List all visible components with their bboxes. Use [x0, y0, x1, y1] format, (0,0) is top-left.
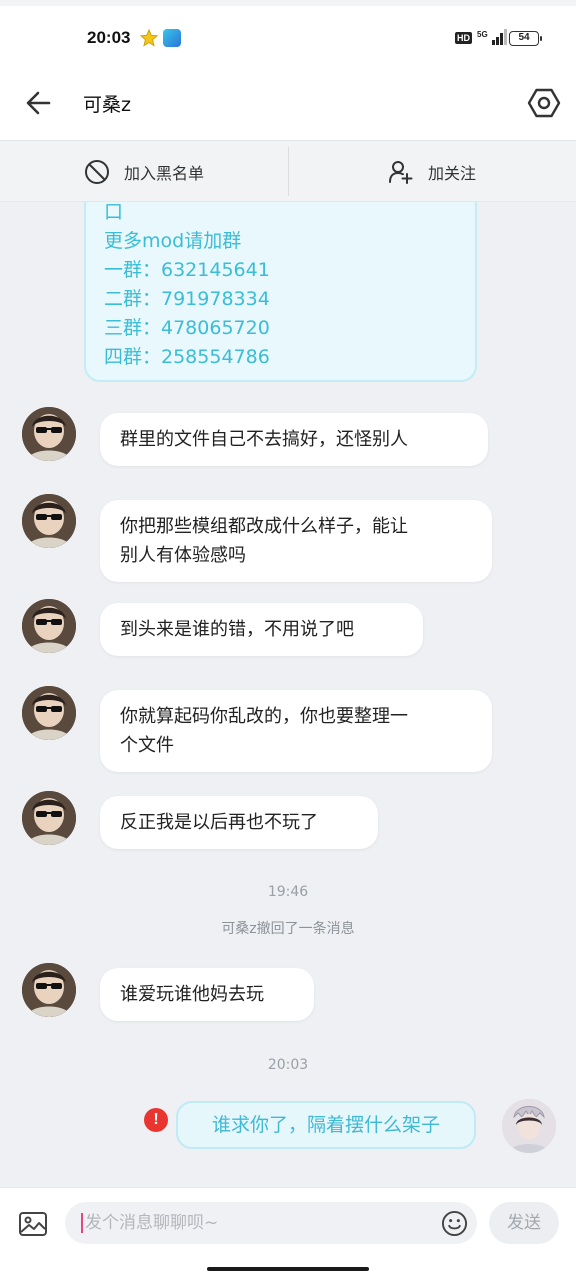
input-bar: 发送: [0, 1187, 576, 1280]
user-avatar-image: [22, 407, 76, 461]
notice-line: 更多mod请加群: [104, 230, 242, 252]
hd-badge: HD: [455, 32, 472, 44]
chat-header: 可桑z: [0, 66, 576, 141]
message-text: 个文件: [120, 735, 174, 756]
message-text: 群里的文件自己不去搞好，还怪别人: [120, 429, 408, 450]
notice-line: 一群：632145641: [104, 259, 270, 281]
image-icon[interactable]: [17, 1208, 49, 1240]
app-notification-icon: [163, 29, 181, 47]
battery-indicator: 54: [509, 31, 542, 46]
message-text: 别人有体验感吗: [120, 545, 246, 566]
add-user-icon: [388, 160, 413, 184]
top-strip: [0, 0, 576, 6]
ban-icon: [84, 159, 109, 184]
user-avatar-image: [22, 686, 76, 740]
status-time: 20:03: [87, 28, 131, 47]
message-text: 谁爱玩谁他妈去玩: [120, 984, 264, 1005]
page-title: 可桑z: [83, 94, 131, 116]
user-avatar-image: [22, 791, 76, 845]
avatar[interactable]: [22, 599, 76, 653]
text-caret: [81, 1213, 83, 1233]
avatar[interactable]: [22, 407, 76, 461]
star-icon: [140, 29, 158, 47]
notice-line: 四群：258554786: [104, 346, 270, 368]
my-avatar[interactable]: [502, 1099, 556, 1153]
message-text: 到头来是谁的错，不用说了吧: [120, 619, 354, 640]
message-text: 你就算起码你乱改的，你也要整理一: [120, 706, 408, 727]
message-bubble[interactable]: 群里的文件自己不去搞好，还怪别人: [100, 413, 488, 466]
avatar[interactable]: [22, 494, 76, 548]
message-text: 反正我是以后再也不玩了: [120, 812, 318, 833]
hexagon-gear-icon[interactable]: [526, 85, 562, 121]
action-bar: 加入黑名单 加关注: [0, 141, 576, 202]
message-bubble[interactable]: 你就算起码你乱改的，你也要整理一 个文件: [100, 690, 492, 772]
message-text: 你把那些模组都改成什么样子，能让: [120, 516, 408, 537]
message-input-box[interactable]: [65, 1202, 477, 1244]
avatar[interactable]: [22, 686, 76, 740]
send-button[interactable]: 发送: [489, 1202, 559, 1244]
user-avatar-image: [22, 599, 76, 653]
send-failed-icon[interactable]: !: [144, 1108, 168, 1132]
user-avatar-image: [22, 494, 76, 548]
arrow-left-icon[interactable]: [22, 86, 56, 120]
message-input[interactable]: [85, 1202, 425, 1244]
timestamp: 19:46: [267, 884, 309, 900]
message-bubble[interactable]: 谁爱玩谁他妈去玩: [100, 968, 314, 1021]
message-bubble[interactable]: 到头来是谁的错，不用说了吧: [100, 603, 423, 656]
my-avatar-image: [502, 1099, 556, 1153]
blacklist-label: 加入黑名单: [123, 163, 204, 183]
timestamp: 20:03: [267, 1057, 309, 1073]
group-notice-bubble[interactable]: 口 更多mod请加群 一群：632145641 二群：791978334 三群：…: [84, 202, 477, 382]
smiley-icon[interactable]: [441, 1210, 468, 1237]
my-message-bubble[interactable]: 谁求你了，隔着摆什么架子: [176, 1101, 476, 1149]
avatar[interactable]: [22, 963, 76, 1017]
svg-text:5G: 5G: [477, 30, 488, 39]
follow-label: 加关注: [427, 163, 476, 183]
message-bubble[interactable]: 你把那些模组都改成什么样子，能让 别人有体验感吗: [100, 500, 492, 582]
recall-notice: 可桑z撤回了一条消息: [221, 921, 355, 937]
signal-5g-icon: 5G: [477, 29, 507, 45]
blacklist-button[interactable]: 加入黑名单: [0, 141, 288, 202]
user-avatar-image: [22, 963, 76, 1017]
notice-line: 三群：478065720: [104, 317, 270, 339]
avatar[interactable]: [22, 791, 76, 845]
home-indicator[interactable]: [207, 1267, 369, 1271]
notice-line: 口: [104, 202, 124, 223]
chat-area[interactable]: 口 更多mod请加群 一群：632145641 二群：791978334 三群：…: [0, 202, 576, 1187]
notice-line: 二群：791978334: [104, 288, 270, 310]
follow-button[interactable]: 加关注: [288, 141, 576, 202]
message-bubble[interactable]: 反正我是以后再也不玩了: [100, 796, 378, 849]
